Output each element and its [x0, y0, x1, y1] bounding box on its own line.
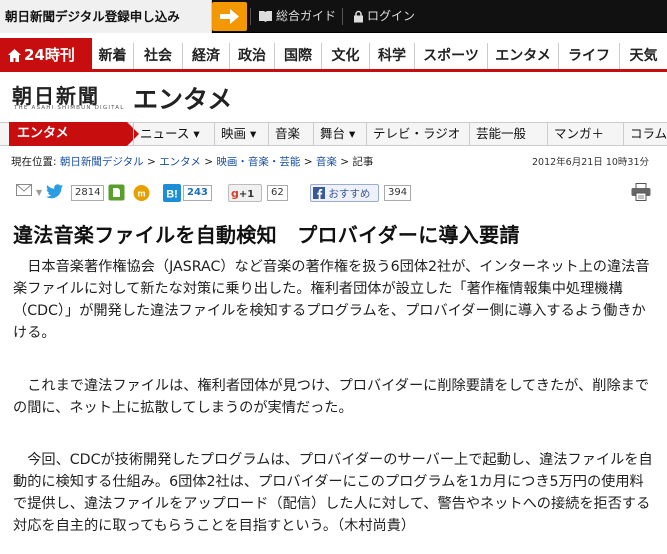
- nav-category-seiji[interactable]: 政治: [230, 43, 275, 69]
- edition-label: 24時刊: [24, 46, 75, 64]
- mixi-check-icon: m: [133, 185, 150, 201]
- guide-label: 総合ガイド: [276, 9, 337, 23]
- facebook-count: 394: [384, 185, 412, 201]
- nav-category-kagaku[interactable]: 科学: [370, 43, 415, 69]
- section-title: エンタメ: [133, 85, 233, 114]
- home-icon: [8, 49, 21, 62]
- gplus-icon: g: [231, 187, 239, 200]
- nav-category-shakai[interactable]: 社会: [134, 43, 183, 69]
- section-nav-manga[interactable]: マンガ＋: [547, 123, 623, 145]
- evernote-share-button[interactable]: [108, 184, 125, 202]
- chevron-down-icon: ▾: [345, 126, 356, 141]
- breadcrumb-separator: >: [147, 156, 156, 168]
- evernote-icon: [108, 184, 125, 201]
- book-icon: [259, 11, 272, 22]
- nav-category-kokusai[interactable]: 国際: [275, 43, 322, 69]
- chevron-down-icon: ▾: [189, 126, 200, 141]
- breadcrumb-current: 記事: [352, 156, 374, 168]
- section-nav-news[interactable]: ニュース ▾: [133, 123, 208, 145]
- nav-category-entame[interactable]: エンタメ: [488, 43, 559, 69]
- article-paragraph: 日本音楽著作権協会（JASRAC）など音楽の著作権を扱う6団体2社が、インターネ…: [13, 259, 650, 341]
- gplus-label: +1: [238, 189, 255, 200]
- guide-link[interactable]: 総合ガイド: [258, 0, 336, 33]
- nav-category-bunka[interactable]: 文化: [322, 43, 370, 69]
- divider: [342, 8, 343, 25]
- nav-category-sports[interactable]: スポーツ: [415, 43, 488, 69]
- mixi-share-button[interactable]: m: [132, 184, 151, 202]
- article-paragraph: これまで違法ファイルは、権利者団体が見つけ、プロバイダーに削除要請をしてきたが、…: [13, 378, 650, 416]
- breadcrumb-link[interactable]: エンタメ: [159, 156, 201, 168]
- nav-category-keizai[interactable]: 経済: [183, 43, 230, 69]
- breadcrumb-link[interactable]: 朝日新聞デジタル: [60, 156, 144, 168]
- nav-category-life[interactable]: ライフ: [559, 43, 620, 69]
- section-nav-music[interactable]: 音楽: [268, 123, 313, 145]
- arrow-right-icon: [220, 9, 239, 24]
- section-nav-movie[interactable]: 映画 ▾: [214, 123, 268, 145]
- gplus-count: 62: [267, 185, 288, 201]
- facebook-icon: [313, 187, 325, 199]
- article-headline: 違法音楽ファイルを自動検知 プロバイダーに導入要請: [13, 223, 520, 247]
- chevron-down-icon: ▾: [246, 126, 257, 141]
- mail-share-button[interactable]: [16, 184, 32, 202]
- twitter-bird-icon: [46, 184, 63, 199]
- svg-text:m: m: [137, 189, 145, 199]
- article-paragraph: 今回、CDCが技術開発したプログラムは、プロバイダーのサーバー上で起動し、違法フ…: [13, 452, 653, 534]
- facebook-recommend-button[interactable]: おすすめ: [310, 184, 379, 202]
- section-nav-label: ニュース: [140, 126, 190, 141]
- hatena-bookmark-icon: B!: [163, 184, 181, 202]
- masthead: [0, 75, 667, 122]
- login-label: ログイン: [367, 9, 416, 23]
- breadcrumb-separator: >: [303, 156, 313, 168]
- twitter-count: 2814: [71, 185, 105, 201]
- mail-icon: [16, 184, 32, 196]
- chevron-down-icon[interactable]: ▼: [36, 184, 44, 202]
- svg-text:B!: B!: [166, 189, 178, 201]
- twitter-share-button[interactable]: [46, 184, 64, 202]
- breadcrumb-separator: >: [204, 156, 214, 168]
- lock-icon: [354, 10, 363, 23]
- printer-icon: [631, 183, 651, 201]
- breadcrumb-prefix: 現在位置:: [11, 156, 57, 168]
- breadcrumb-separator: >: [340, 156, 350, 168]
- section-nav-column[interactable]: コラム: [623, 123, 667, 145]
- breadcrumb: 現在位置: 朝日新聞デジタル > エンタメ > 映画・音楽・芸能 > 音楽 > …: [11, 154, 373, 169]
- login-link[interactable]: ログイン: [353, 0, 415, 33]
- signup-link[interactable]: 朝日新聞デジタル登録申し込み: [0, 0, 212, 33]
- divider: [250, 8, 251, 25]
- section-nav-geinou[interactable]: 芸能一般: [469, 123, 547, 145]
- section-nav-tv-radio[interactable]: テレビ・ラジオ: [366, 123, 469, 145]
- nav-category-shinchaku[interactable]: 新着: [92, 43, 134, 69]
- nav-category-tenki[interactable]: 天気: [620, 43, 667, 69]
- section-nav-current[interactable]: エンタメ: [9, 122, 139, 146]
- section-nav-stage[interactable]: 舞台 ▾: [313, 123, 366, 145]
- section-nav-label: 舞台: [320, 126, 346, 141]
- gplus-button[interactable]: g+1: [228, 184, 262, 202]
- section-nav-label: 映画: [221, 126, 247, 141]
- signup-arrow-button[interactable]: [212, 2, 247, 31]
- hatena-count: 243: [183, 185, 212, 201]
- print-button[interactable]: [631, 183, 651, 201]
- timestamp: 2012年6月21日 10時31分: [532, 157, 650, 168]
- asahi-logo-subtitle: THE ASAHI SHIMBUN DIGITAL: [14, 105, 125, 111]
- hatena-bookmark-button[interactable]: B!: [163, 184, 181, 202]
- edition-tab[interactable]: 24時刊: [0, 38, 92, 72]
- breadcrumb-link[interactable]: 映画・音楽・芸能: [216, 156, 300, 168]
- facebook-recommend-label: おすすめ: [328, 188, 371, 200]
- breadcrumb-link[interactable]: 音楽: [316, 156, 337, 168]
